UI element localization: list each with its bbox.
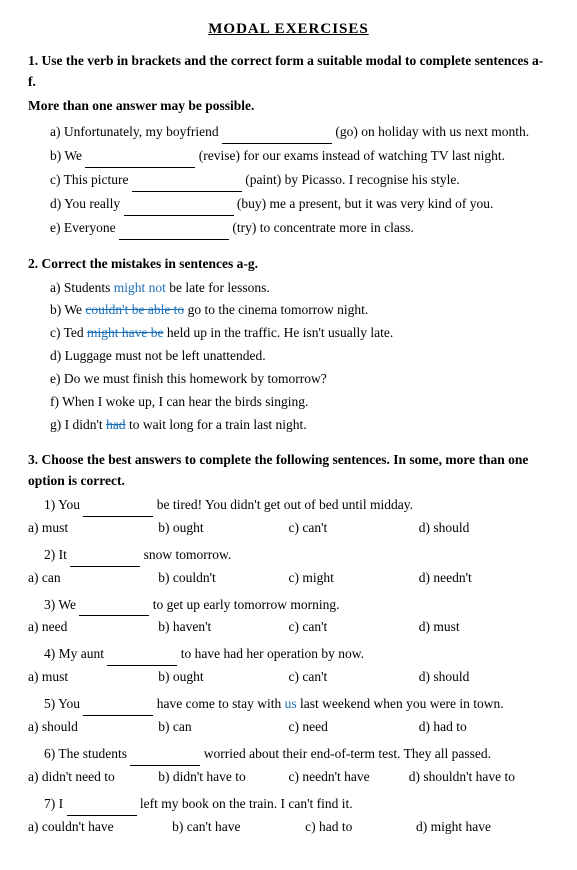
- q4-options: a) must b) ought c) can't d) should: [28, 667, 549, 688]
- q4-opt-a[interactable]: a) must: [28, 667, 158, 688]
- section1-item-e: e) Everyone (try) to concentrate more in…: [50, 218, 549, 240]
- q5-options: a) should b) can c) need d) had to: [28, 717, 549, 738]
- blank-q7[interactable]: [67, 794, 137, 816]
- q7-text: 7) I left my book on the train. I can't …: [44, 794, 549, 816]
- section2-item-a: a) Students might not be late for lesson…: [50, 278, 549, 299]
- section2-item-e: e) Do we must finish this homework by to…: [50, 369, 549, 390]
- q3-text: 3) We to get up early tomorrow morning.: [44, 595, 549, 617]
- blank-q5[interactable]: [83, 694, 153, 716]
- section2-item-g: g) I didn't had to wait long for a train…: [50, 415, 549, 436]
- section2-item-d: d) Luggage must not be left unattended.: [50, 346, 549, 367]
- q2-opt-c[interactable]: c) might: [289, 568, 419, 589]
- section2-instruction: 2. Correct the mistakes in sentences a-g…: [28, 254, 549, 275]
- q5-opt-c[interactable]: c) need: [289, 717, 419, 738]
- section1: 1. Use the verb in brackets and the corr…: [28, 51, 549, 239]
- q2-text: 2) It snow tomorrow.: [44, 545, 549, 567]
- question-1: 1) You be tired! You didn't get out of b…: [28, 495, 549, 539]
- q5-us: us: [285, 696, 297, 711]
- q7-opt-d[interactable]: d) might have: [416, 817, 549, 838]
- section1-instruction: 1. Use the verb in brackets and the corr…: [28, 51, 549, 93]
- q6-opt-b[interactable]: b) didn't have to: [158, 767, 288, 788]
- q5-opt-a[interactable]: a) should: [28, 717, 158, 738]
- q4-opt-c[interactable]: c) can't: [289, 667, 419, 688]
- section1-item-c: c) This picture (paint) by Picasso. I re…: [50, 170, 549, 192]
- q2-opt-d[interactable]: d) needn't: [419, 568, 549, 589]
- question-2: 2) It snow tomorrow. a) can b) couldn't …: [28, 545, 549, 589]
- q2-opt-b[interactable]: b) couldn't: [158, 568, 288, 589]
- q4-opt-d[interactable]: d) should: [419, 667, 549, 688]
- s2g-error: had: [106, 417, 126, 432]
- question-3: 3) We to get up early tomorrow morning. …: [28, 595, 549, 639]
- q2-options: a) can b) couldn't c) might d) needn't: [28, 568, 549, 589]
- page-title: MODAL EXERCISES: [28, 18, 549, 41]
- q1-text: 1) You be tired! You didn't get out of b…: [44, 495, 549, 517]
- q1-opt-d[interactable]: d) should: [419, 518, 549, 539]
- section1-item-d: d) You really (buy) me a present, but it…: [50, 194, 549, 216]
- q5-text: 5) You have come to stay with us last we…: [44, 694, 549, 716]
- section2: 2. Correct the mistakes in sentences a-g…: [28, 254, 549, 436]
- section3: 3. Choose the best answers to complete t…: [28, 450, 549, 838]
- q3-opt-c[interactable]: c) can't: [289, 617, 419, 638]
- q3-opt-a[interactable]: a) need: [28, 617, 158, 638]
- q7-options: a) couldn't have b) can't have c) had to…: [28, 817, 549, 838]
- section1-item-a: a) Unfortunately, my boyfriend (go) on h…: [50, 122, 549, 144]
- q6-opt-d[interactable]: d) shouldn't have to: [409, 767, 549, 788]
- blank-1a[interactable]: [222, 122, 332, 144]
- blank-1b[interactable]: [85, 146, 195, 168]
- q6-options: a) didn't need to b) didn't have to c) n…: [28, 767, 549, 788]
- question-5: 5) You have come to stay with us last we…: [28, 694, 549, 738]
- section3-instr-text: 3. Choose the best answers to complete t…: [28, 452, 528, 467]
- q6-opt-c[interactable]: c) needn't have: [289, 767, 409, 788]
- q1-opt-a[interactable]: a) must: [28, 518, 158, 539]
- blank-q1[interactable]: [83, 495, 153, 517]
- blank-1c[interactable]: [132, 170, 242, 192]
- section2-item-c: c) Ted might have be held up in the traf…: [50, 323, 549, 344]
- section2-item-f: f) When I woke up, I can hear the birds …: [50, 392, 549, 413]
- q4-text: 4) My aunt to have had her operation by …: [44, 644, 549, 666]
- q7-opt-a[interactable]: a) couldn't have: [28, 817, 172, 838]
- question-7: 7) I left my book on the train. I can't …: [28, 794, 549, 838]
- q2-opt-a[interactable]: a) can: [28, 568, 158, 589]
- blank-q2[interactable]: [70, 545, 140, 567]
- section3-instr2-text: option is correct.: [28, 473, 125, 488]
- q6-text: 6) The students worried about their end-…: [44, 744, 549, 766]
- s2b-error: couldn't be able to: [85, 302, 184, 317]
- section1-item-b: b) We (revise) for our exams instead of …: [50, 146, 549, 168]
- blank-q3[interactable]: [79, 595, 149, 617]
- q1-options: a) must b) ought c) can't d) should: [28, 518, 549, 539]
- blank-q6[interactable]: [130, 744, 200, 766]
- section2-item-b: b) We couldn't be able to go to the cine…: [50, 300, 549, 321]
- q3-opt-b[interactable]: b) haven't: [158, 617, 288, 638]
- q3-opt-d[interactable]: d) must: [419, 617, 549, 638]
- q7-opt-c[interactable]: c) had to: [305, 817, 416, 838]
- blank-q4[interactable]: [107, 644, 177, 666]
- s2a-text: might not: [114, 280, 166, 295]
- q7-opt-b[interactable]: b) can't have: [172, 817, 305, 838]
- blank-1e[interactable]: [119, 218, 229, 240]
- q6-opt-a[interactable]: a) didn't need to: [28, 767, 158, 788]
- section3-instruction: 3. Choose the best answers to complete t…: [28, 450, 549, 492]
- q4-opt-b[interactable]: b) ought: [158, 667, 288, 688]
- s2c-error: might have be: [87, 325, 163, 340]
- section1-sub: More than one answer may be possible.: [28, 96, 549, 117]
- q1-opt-c[interactable]: c) can't: [289, 518, 419, 539]
- q5-opt-d[interactable]: d) had to: [419, 717, 549, 738]
- question-4: 4) My aunt to have had her operation by …: [28, 644, 549, 688]
- blank-1d[interactable]: [124, 194, 234, 216]
- q1-opt-b[interactable]: b) ought: [158, 518, 288, 539]
- q5-opt-b[interactable]: b) can: [158, 717, 288, 738]
- q3-options: a) need b) haven't c) can't d) must: [28, 617, 549, 638]
- question-6: 6) The students worried about their end-…: [28, 744, 549, 788]
